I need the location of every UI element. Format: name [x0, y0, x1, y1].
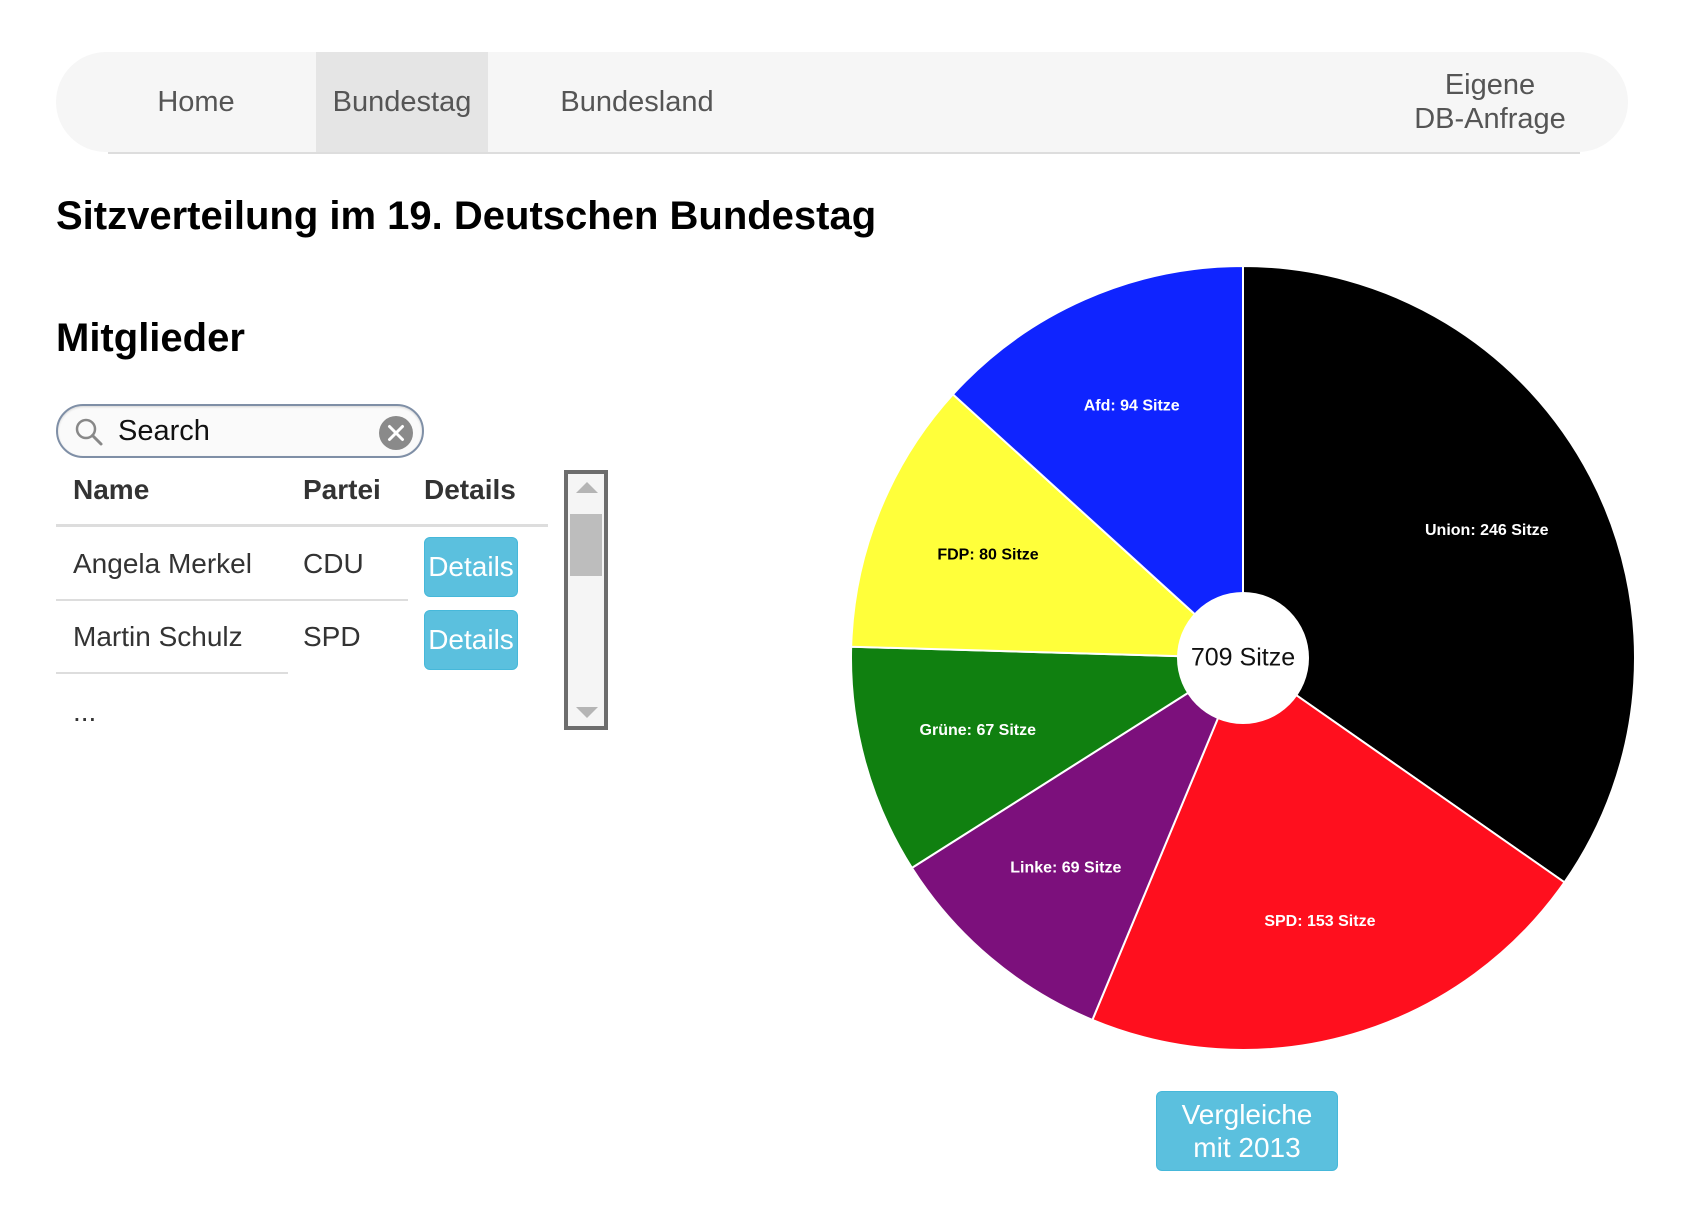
pie-slice-label: Union: 246 Sitze — [1425, 522, 1549, 539]
pie-total-label: 709 Sitze — [1191, 644, 1295, 672]
pie-slice-label: Linke: 69 Sitze — [1010, 860, 1121, 877]
pie-slice-label: Afd: 94 Sitze — [1084, 398, 1180, 415]
seat-distribution-pie-chart: Union: 246 Sitze SPD: 153 Sitze Linke: 69 … — [850, 264, 1636, 1051]
compare-2013-button[interactable]: Vergleiche mit 2013 — [1156, 1091, 1338, 1171]
compare-button-line1: Vergleiche — [1181, 1099, 1313, 1130]
pie-slice-label: SPD: 153 Sitze — [1264, 913, 1375, 930]
pie-slice-label: FDP: 80 Sitze — [937, 546, 1038, 563]
pie-slice-label: Grüne: 67 Sitze — [920, 722, 1037, 739]
compare-button-line2: mit 2013 — [1193, 1132, 1301, 1163]
